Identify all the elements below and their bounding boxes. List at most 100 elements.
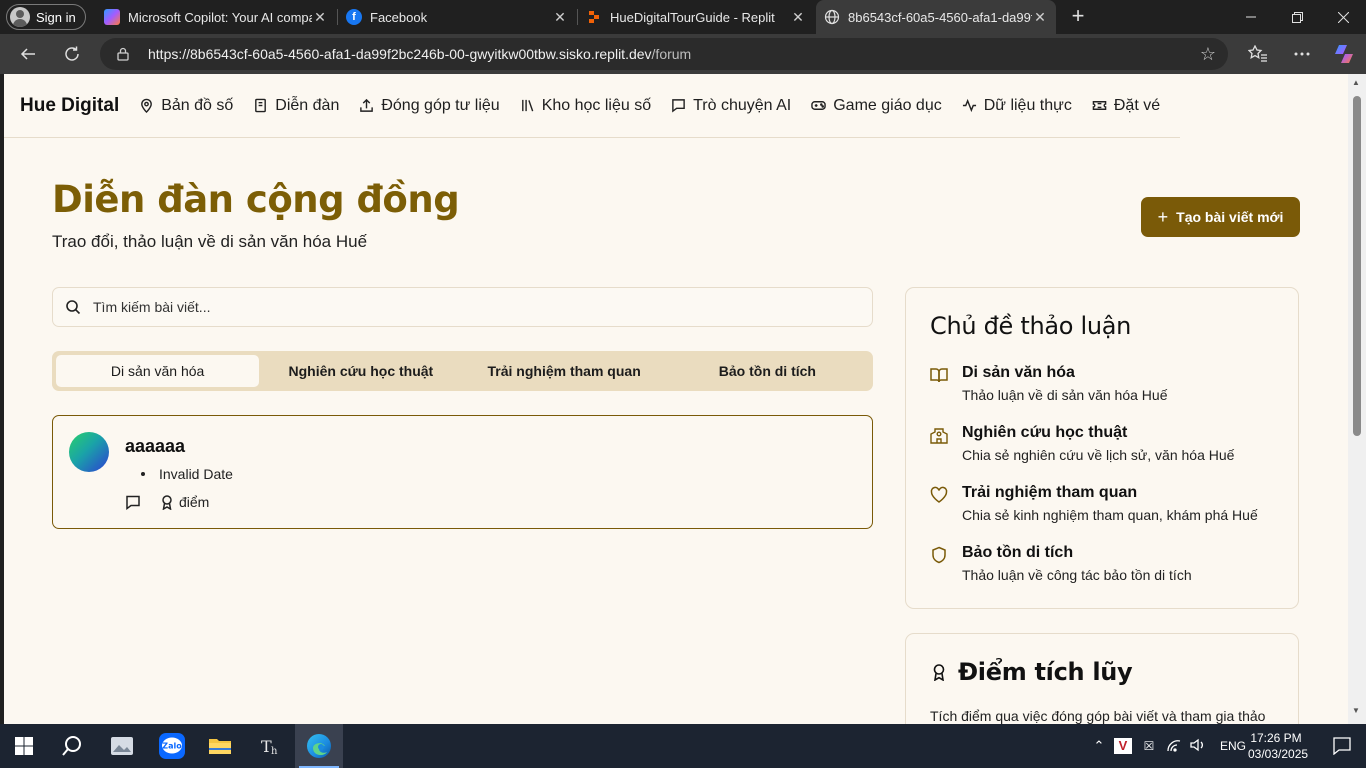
tab-title: HueDigitalTourGuide - Replit — [610, 9, 775, 25]
post-actions: điểm — [125, 494, 209, 510]
topic-academic-research[interactable]: Nghiên cứu học thuật Chia sẻ nghiên cứu v… — [930, 424, 1234, 463]
nav-label: Diễn đàn — [275, 96, 340, 114]
refresh-button[interactable] — [58, 40, 86, 68]
scroll-up-icon[interactable]: ▲ — [1352, 78, 1360, 87]
url-host: https://8b6543cf-60a5-4560-afa1-da99f2bc… — [148, 46, 652, 62]
facebook-favicon-icon: f — [346, 9, 362, 25]
settings-more-button[interactable] — [1288, 40, 1316, 68]
author-avatar[interactable] — [69, 432, 109, 472]
keyboard-ime-icon[interactable]: ☒ — [1140, 739, 1158, 753]
search-icon — [62, 736, 81, 756]
topic-cultural-heritage[interactable]: Di sản văn hóa Thảo luận về di sản văn hó… — [930, 364, 1167, 403]
nav-item-ai-chat[interactable]: Trò chuyện AI — [671, 97, 791, 115]
tab-close-icon[interactable]: ✕ — [312, 9, 328, 26]
nav-item-games[interactable]: Game giáo dục — [811, 97, 942, 115]
nav-item-contribute[interactable]: Đóng góp tư liệu — [359, 97, 500, 115]
scrollbar-thumb[interactable] — [1353, 96, 1361, 436]
tab-cultural-heritage[interactable]: Di sản văn hóa — [56, 355, 260, 387]
taskbar-app-edge[interactable] — [295, 724, 343, 768]
map-pin-icon — [141, 98, 153, 113]
profile-avatar-icon — [10, 7, 30, 27]
post-meta: Invalid Date — [141, 466, 233, 482]
nav-item-map[interactable]: Bản đồ số — [139, 97, 233, 115]
taskbar-app-explorer[interactable] — [196, 724, 244, 768]
topics-title: Chủ đề thảo luận — [930, 312, 1132, 340]
post-card[interactable]: aaaaaa Invalid Date điểm — [52, 415, 873, 529]
tab-forum-active[interactable]: 8b6543cf-60a5-4560-afa1-da99f2 ✕ — [816, 0, 1056, 34]
tab-copilot[interactable]: Microsoft Copilot: Your AI compan ✕ — [96, 0, 336, 34]
tab-academic-research[interactable]: Nghiên cứu học thuật — [259, 355, 462, 387]
nav-label: Game giáo dục — [833, 96, 942, 114]
award-icon — [162, 495, 172, 510]
taskbar-app-zalo[interactable]: Zalo — [148, 724, 196, 768]
search-icon — [66, 300, 81, 315]
globe-icon — [824, 9, 840, 25]
post-points: điểm — [159, 494, 209, 510]
taskbar-app-typing[interactable]: Th — [246, 724, 294, 768]
restore-button[interactable] — [1274, 0, 1320, 34]
signin-label: Sign in — [36, 9, 76, 25]
tab-title: Facebook — [370, 9, 428, 25]
site-navigation: Hue Digital Bản đồ số Diễn đàn Đóng góp … — [4, 74, 1180, 138]
plus-icon: + — [1157, 206, 1169, 227]
browser-toolbar: https://8b6543cf-60a5-4560-afa1-da99f2bc… — [0, 34, 1366, 74]
nav-item-forum[interactable]: Diễn đàn — [253, 97, 339, 115]
create-post-button[interactable]: + Tạo bài viết mới — [1141, 197, 1300, 237]
minimize-button[interactable] — [1228, 0, 1274, 34]
taskbar-clock[interactable]: 17:26 PM 03/03/2025 — [1248, 730, 1309, 762]
site-info-icon[interactable] — [116, 47, 130, 61]
topic-preservation[interactable]: Bảo tồn di tích Thảo luận về công tác bảo… — [930, 544, 1192, 583]
comments-button[interactable] — [125, 494, 141, 510]
folder-icon — [209, 739, 231, 754]
search-input[interactable] — [93, 299, 853, 315]
chevron-up-icon[interactable]: ⌃ — [1090, 738, 1108, 754]
edge-browser-icon — [307, 734, 331, 758]
browser-tab-strip: Sign in Microsoft Copilot: Your AI compa… — [0, 0, 1366, 34]
wifi-icon[interactable] — [1166, 738, 1184, 755]
vietnamese-input-icon[interactable]: V — [1114, 738, 1132, 754]
tab-close-icon[interactable]: ✕ — [552, 9, 568, 26]
tab-close-icon[interactable]: ✕ — [790, 9, 806, 26]
taskbar-app-photos[interactable] — [98, 724, 146, 768]
svg-text:Zalo: Zalo — [162, 742, 182, 751]
taskbar-search-button[interactable] — [48, 724, 96, 768]
nav-item-live-data[interactable]: Dữ liệu thực — [962, 97, 1072, 115]
scroll-down-icon[interactable]: ▼ — [1352, 706, 1360, 715]
post-search — [52, 287, 873, 327]
site-brand[interactable]: Hue Digital — [20, 95, 119, 117]
new-tab-button[interactable]: + — [1066, 5, 1090, 29]
copilot-sidebar-button[interactable] — [1330, 40, 1358, 68]
favorite-star-icon[interactable]: ☆ — [1200, 44, 1216, 65]
award-icon — [933, 664, 945, 681]
start-button[interactable] — [0, 724, 48, 768]
language-indicator[interactable]: ENG — [1220, 739, 1246, 753]
tab-replit[interactable]: HueDigitalTourGuide - Replit ✕ — [578, 0, 814, 34]
nav-item-tickets[interactable]: Đặt vé — [1092, 97, 1160, 115]
copilot-favicon-icon — [104, 9, 120, 25]
points-header: Điểm tích lũy — [930, 658, 1133, 686]
notifications-button[interactable] — [1318, 724, 1366, 768]
close-window-button[interactable] — [1320, 0, 1366, 34]
profile-signin-button[interactable]: Sign in — [6, 4, 86, 30]
create-post-label: Tạo bài viết mới — [1176, 209, 1284, 225]
ticket-icon — [1092, 101, 1107, 110]
image-viewer-icon — [111, 737, 133, 755]
back-button[interactable] — [14, 40, 42, 68]
heart-icon — [930, 486, 948, 503]
volume-icon[interactable] — [1190, 738, 1208, 755]
topic-name: Nghiên cứu học thuật — [962, 424, 1128, 441]
tab-title: 8b6543cf-60a5-4560-afa1-da99f2 — [848, 9, 1032, 25]
tab-facebook[interactable]: f Facebook ✕ — [338, 0, 576, 34]
post-title[interactable]: aaaaaa — [125, 436, 185, 457]
topic-desc: Chia sẻ nghiên cứu về lịch sử, văn hóa H… — [962, 447, 1235, 463]
favorites-button[interactable] — [1244, 40, 1272, 68]
nav-item-library[interactable]: Kho học liệu số — [520, 97, 651, 115]
tab-close-icon[interactable]: ✕ — [1032, 9, 1048, 26]
tab-preservation[interactable]: Bảo tồn di tích — [666, 355, 869, 387]
tab-visit-experience[interactable]: Trải nghiệm tham quan — [463, 355, 666, 387]
nav-label: Trò chuyện AI — [693, 96, 792, 114]
address-bar[interactable]: https://8b6543cf-60a5-4560-afa1-da99f2bc… — [100, 38, 1228, 70]
clock-date: 03/03/2025 — [1248, 747, 1309, 761]
topic-visit-experience[interactable]: Trải nghiệm tham quan Chia sẻ kinh nghiệm… — [930, 484, 1258, 523]
page-scrollbar[interactable]: ▲ ▼ — [1348, 74, 1366, 724]
